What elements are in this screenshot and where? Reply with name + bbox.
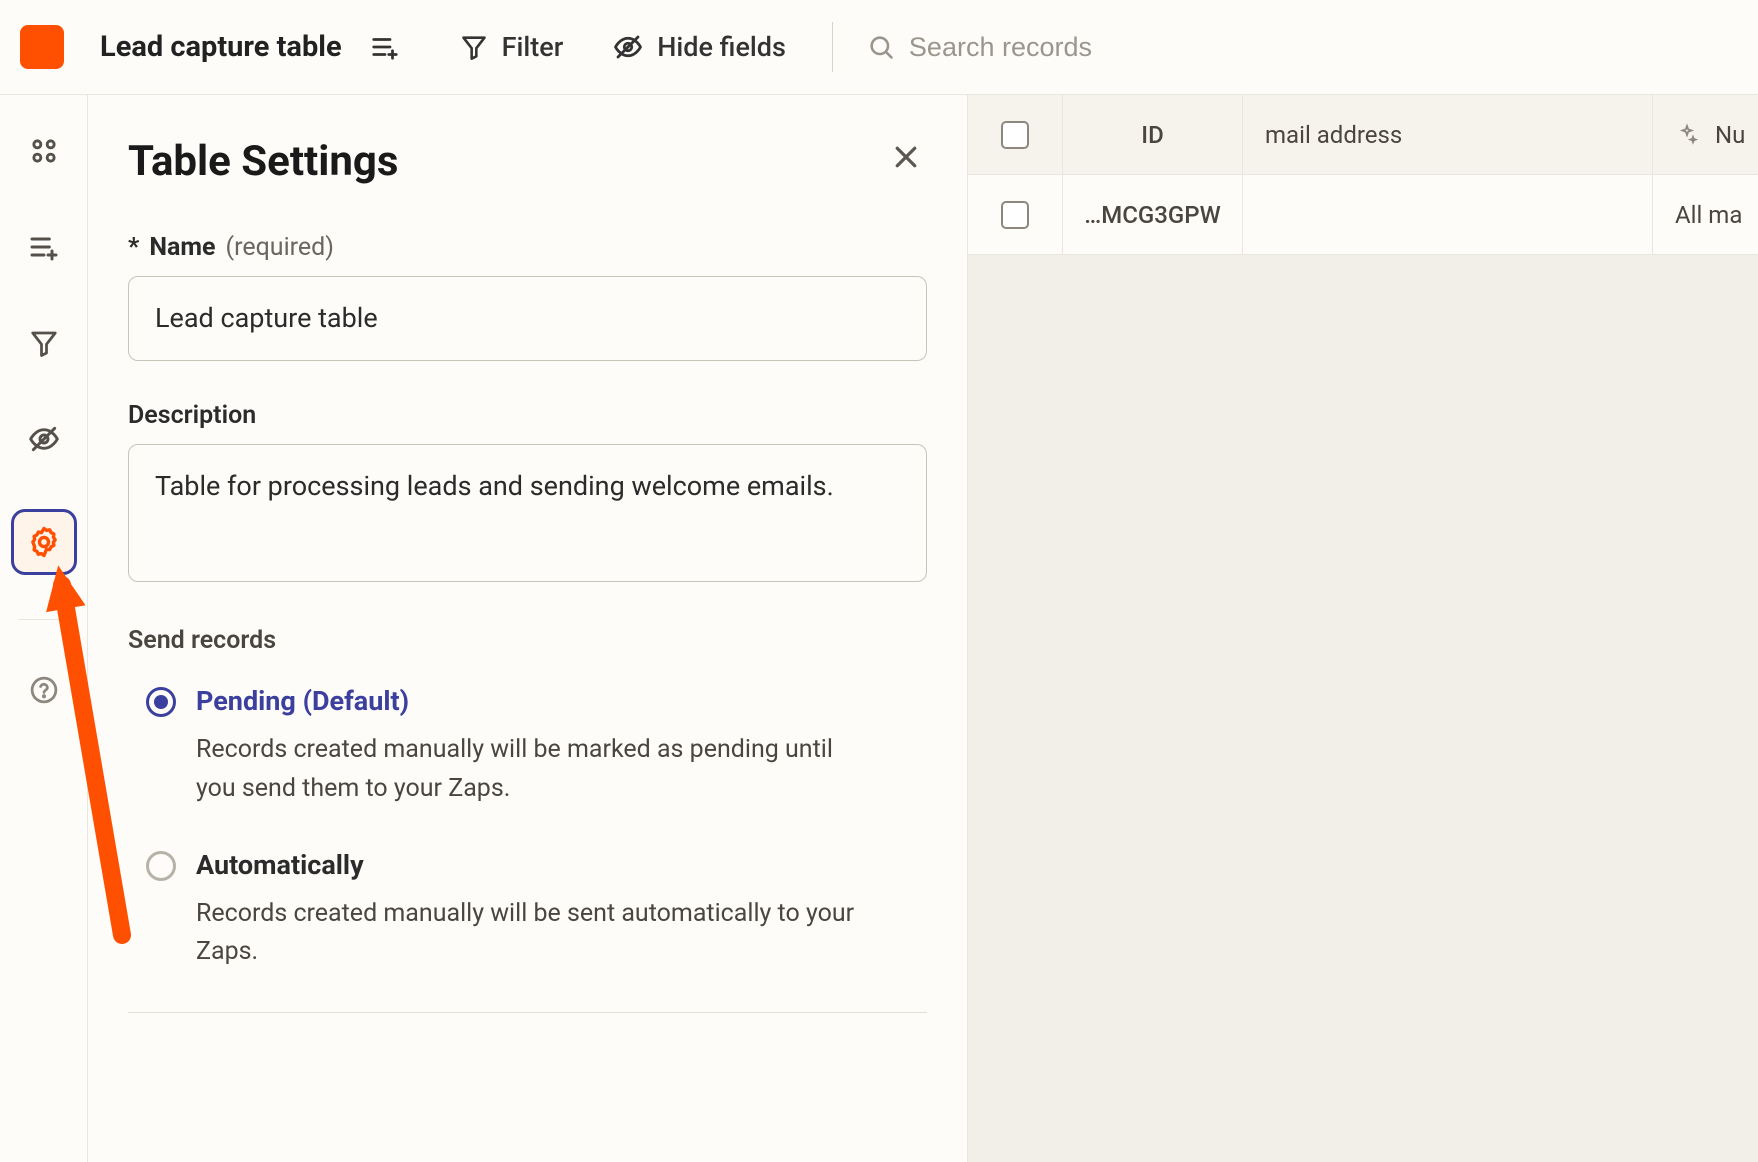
row-nu-cell[interactable]: All ma [1653, 175, 1758, 254]
gear-icon [27, 525, 61, 559]
table-row[interactable]: …MCG3GPW All ma [968, 175, 1758, 255]
description-field-label: Description [128, 401, 927, 430]
name-field-label: * Name (required) [128, 233, 927, 262]
hide-fields-button[interactable]: Hide fields [601, 25, 798, 69]
row-email-cell[interactable] [1243, 175, 1653, 254]
sidebar-apps[interactable] [18, 125, 70, 177]
close-icon [891, 142, 921, 172]
top-toolbar: Lead capture table Filter Hide fields [0, 0, 1758, 95]
sidebar-hide-fields[interactable] [18, 413, 70, 465]
row-id-cell[interactable]: …MCG3GPW [1063, 175, 1243, 254]
table-empty-area [968, 255, 1758, 1162]
sidebar-filter[interactable] [18, 317, 70, 369]
filter-button[interactable]: Filter [448, 25, 576, 69]
toolbar-divider [832, 22, 833, 72]
radio-desc: Records created manually will be sent au… [196, 895, 856, 973]
eye-off-icon [613, 32, 643, 62]
help-icon [29, 675, 59, 705]
name-input[interactable] [128, 276, 927, 361]
radio-automatically[interactable]: Automatically Records created manually w… [128, 849, 927, 973]
panel-title: Table Settings [128, 137, 398, 186]
table-title[interactable]: Lead capture table [100, 30, 342, 64]
sidebar-settings[interactable] [11, 509, 77, 575]
hide-fields-label: Hide fields [657, 31, 786, 63]
send-records-label: Send records [128, 626, 927, 655]
left-sidebar [0, 95, 88, 1162]
search-icon [867, 33, 895, 61]
filter-icon [29, 328, 59, 358]
select-all-cell[interactable] [968, 95, 1063, 174]
description-input[interactable] [128, 444, 927, 582]
radio-icon [146, 851, 176, 881]
radio-title: Automatically [196, 849, 927, 881]
sidebar-add-field[interactable] [18, 221, 70, 273]
radio-title: Pending (Default) [196, 685, 927, 717]
column-header-email[interactable]: mail address [1243, 95, 1653, 174]
grid-icon [28, 135, 60, 167]
radio-pending[interactable]: Pending (Default) Records created manual… [128, 685, 927, 809]
table-header-row: ID mail address Nu [968, 95, 1758, 175]
add-field-button[interactable] [368, 26, 402, 68]
table-area: ID mail address Nu …MCG3GPW All ma [968, 95, 1758, 1162]
row-select-cell[interactable] [968, 175, 1063, 254]
checkbox-icon [1001, 201, 1029, 229]
column-header-id[interactable]: ID [1063, 95, 1243, 174]
radio-desc: Records created manually will be marked … [196, 731, 856, 809]
checkbox-icon [1001, 121, 1029, 149]
eye-off-icon [28, 423, 60, 455]
filter-icon [460, 33, 488, 61]
settings-panel: Table Settings * Name (required) Descrip… [88, 95, 968, 1162]
filter-label: Filter [502, 31, 564, 63]
sparkle-icon [1675, 123, 1699, 147]
app-logo[interactable] [20, 25, 64, 69]
column-header-nu[interactable]: Nu [1653, 95, 1758, 174]
add-field-icon [28, 231, 60, 263]
sidebar-divider [19, 619, 69, 620]
search-input[interactable] [909, 32, 1209, 63]
radio-icon [146, 687, 176, 717]
sidebar-help[interactable] [18, 664, 70, 716]
search-wrap[interactable] [867, 32, 1209, 63]
close-button[interactable] [885, 135, 927, 187]
add-field-icon [370, 32, 400, 62]
panel-divider [128, 1012, 927, 1013]
